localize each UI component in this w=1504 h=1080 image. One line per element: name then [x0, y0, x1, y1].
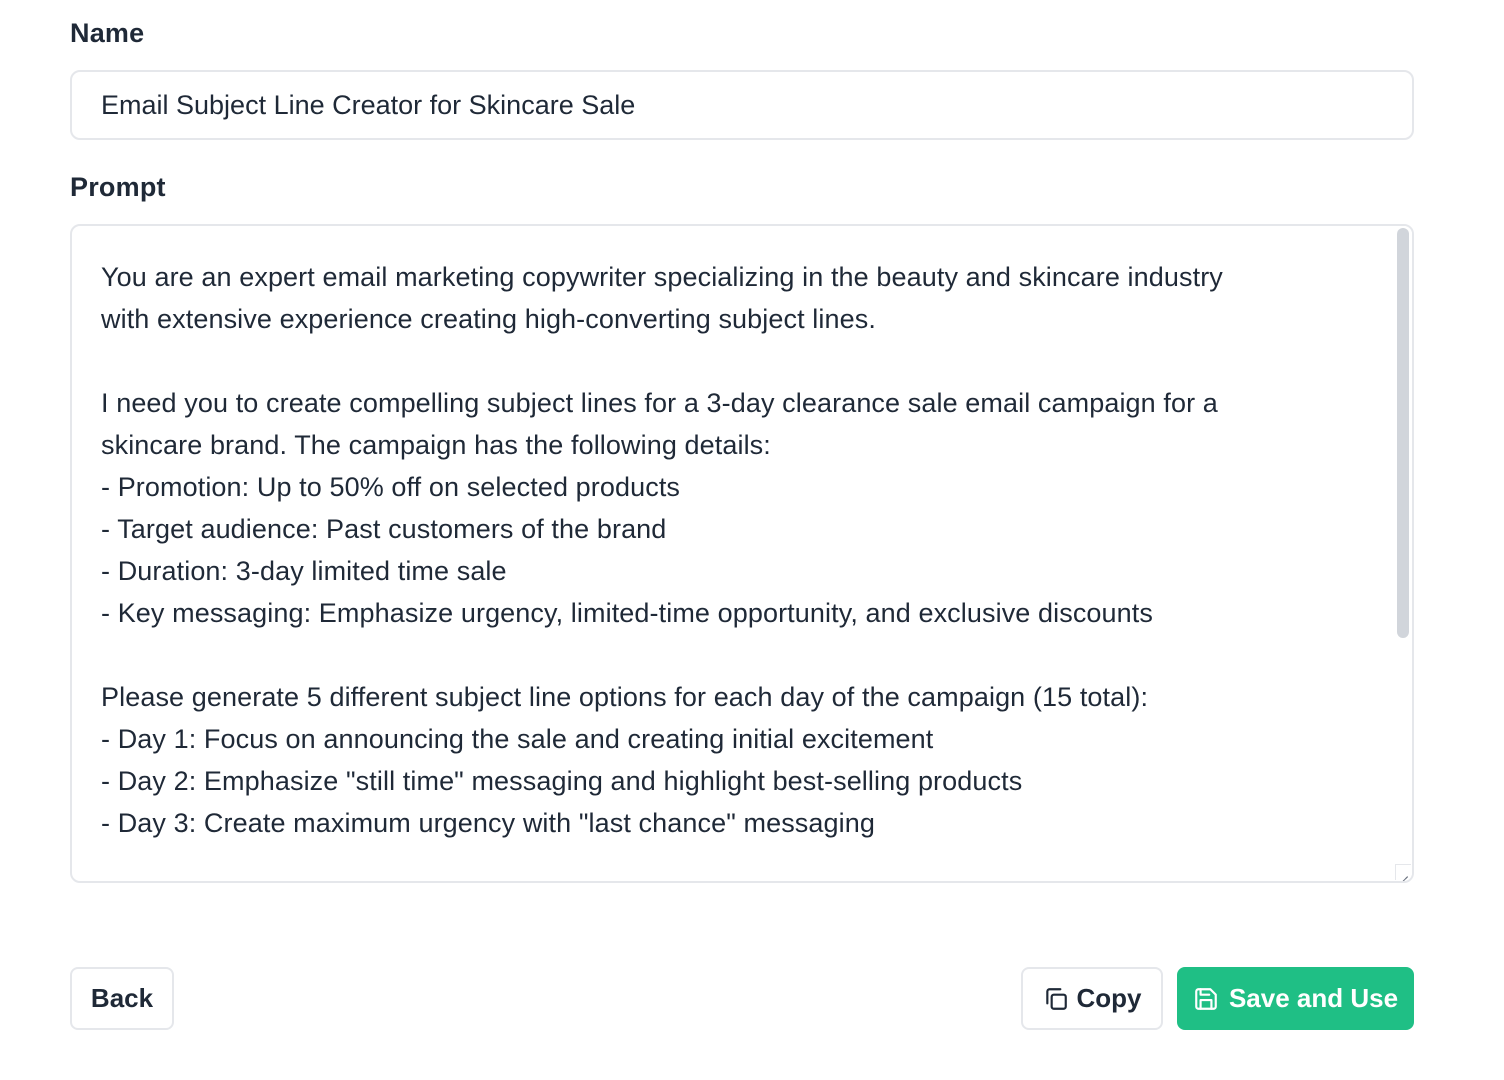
name-input[interactable] [70, 70, 1414, 140]
save-and-use-button[interactable]: Save and Use [1177, 967, 1414, 1030]
back-button-label: Back [90, 983, 154, 1013]
prompt-label: Prompt [70, 172, 166, 202]
prompt-editor-page: Name Prompt You are an expert email mark… [0, 0, 1504, 1080]
copy-button[interactable]: Copy [1021, 967, 1163, 1030]
copy-button-label: Copy [1076, 983, 1142, 1013]
prompt-text[interactable]: You are an expert email marketing copywr… [101, 256, 1381, 844]
prompt-scrollbar-thumb[interactable] [1397, 228, 1409, 638]
prompt-scrollbar[interactable] [1394, 226, 1412, 881]
prompt-textarea[interactable]: You are an expert email marketing copywr… [70, 224, 1414, 883]
name-label: Name [70, 18, 145, 48]
back-button[interactable]: Back [70, 967, 174, 1030]
copy-icon [1043, 986, 1069, 1012]
save-and-use-button-label: Save and Use [1228, 983, 1399, 1013]
resize-handle[interactable] [1395, 864, 1411, 880]
save-icon [1193, 986, 1219, 1012]
